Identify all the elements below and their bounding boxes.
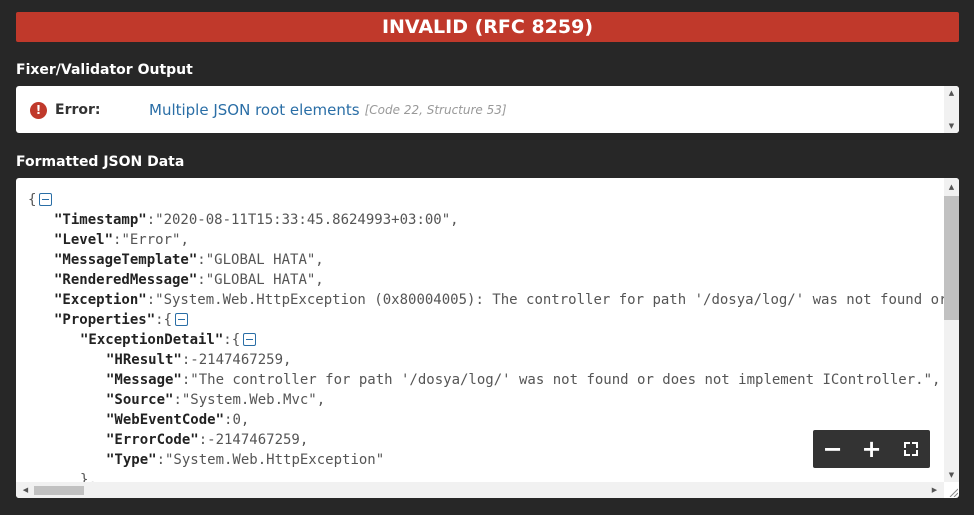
scroll-down-icon[interactable]: ▼: [944, 119, 959, 133]
json-line: },: [28, 470, 944, 482]
json-line: "MessageTemplate":"GLOBAL HATA",: [28, 250, 944, 270]
json-value: :-2147467259,: [198, 432, 309, 448]
error-icon: !: [30, 101, 47, 119]
json-key: "WebEventCode": [106, 412, 225, 428]
json-key: "MessageTemplate": [54, 252, 198, 268]
formatted-json-title: Formatted JSON Data: [16, 154, 185, 170]
json-line: "Exception":"System.Web.HttpException (0…: [28, 290, 944, 310]
json-key: "Message": [106, 372, 182, 388]
json-line: "Properties":{: [28, 310, 944, 330]
json-line: "ErrorCode":-2147467259,: [28, 430, 944, 450]
scroll-down-icon[interactable]: ▼: [944, 468, 959, 482]
collapse-toggle-icon[interactable]: [39, 193, 53, 206]
collapse-toggle-icon[interactable]: [243, 333, 257, 346]
scroll-right-icon[interactable]: ▶: [927, 483, 942, 497]
scroll-up-icon[interactable]: ▲: [944, 180, 959, 194]
json-value: :{: [223, 332, 241, 348]
json-line: "Type":"System.Web.HttpException": [28, 450, 944, 470]
error-message-link[interactable]: Multiple JSON root elements: [149, 101, 360, 119]
json-vertical-scrollbar[interactable]: ▲ ▼: [944, 178, 959, 482]
json-value: :{: [155, 312, 173, 328]
zoom-out-button[interactable]: −: [819, 435, 847, 463]
zoom-controls: − +: [813, 430, 930, 468]
json-key: "Timestamp": [54, 212, 147, 228]
json-line: "HResult":-2147467259,: [28, 350, 944, 370]
collapse-toggle-icon[interactable]: [175, 313, 189, 326]
json-punctuation: {: [28, 192, 37, 208]
vertical-scroll-thumb[interactable]: [944, 196, 959, 320]
scroll-left-icon[interactable]: ◀: [18, 483, 33, 497]
json-line: "ExceptionDetail":{: [28, 330, 944, 350]
json-key: "Source": [106, 392, 174, 408]
validator-output-box: ! Error: Multiple JSON root elements [Co…: [16, 86, 959, 133]
json-line: "RenderedMessage":"GLOBAL HATA",: [28, 270, 944, 290]
json-value: :"System.Web.Mvc",: [173, 392, 326, 408]
json-key: "Exception": [54, 292, 147, 308]
json-value: :-2147467259,: [181, 352, 292, 368]
json-value: :"2020-08-11T15:33:45.8624993+03:00",: [146, 212, 459, 228]
json-punctuation: },: [80, 472, 97, 482]
error-code: [Code 22, Structure 53]: [364, 103, 507, 117]
json-line: "Message":"The controller for path '/dos…: [28, 370, 944, 390]
json-key: "Type": [106, 452, 157, 468]
json-key: "ExceptionDetail": [80, 332, 224, 348]
horizontal-scroll-thumb[interactable]: [34, 486, 84, 495]
validator-scrollbar[interactable]: ▲ ▼: [944, 86, 959, 133]
resize-handle-icon[interactable]: [948, 487, 958, 497]
json-value: :"The controller for path '/dosya/log/' …: [181, 372, 941, 388]
json-value: :"System.Web.HttpException": [156, 452, 385, 468]
zoom-in-button[interactable]: +: [858, 435, 886, 463]
scroll-up-icon[interactable]: ▲: [944, 86, 959, 100]
error-row: ! Error: Multiple JSON root elements [Co…: [30, 101, 507, 119]
json-code-view[interactable]: { "Timestamp":"2020-08-11T15:33:45.862499…: [28, 190, 944, 482]
json-value: :0,: [224, 412, 250, 428]
json-value: :"GLOBAL HATA",: [197, 272, 324, 288]
json-line: "WebEventCode":0,: [28, 410, 944, 430]
json-line: "Level":"Error",: [28, 230, 944, 250]
validity-banner: INVALID (RFC 8259): [16, 12, 959, 42]
json-value: :"GLOBAL HATA",: [197, 252, 324, 268]
json-line: "Source":"System.Web.Mvc",: [28, 390, 944, 410]
json-key: "RenderedMessage": [54, 272, 198, 288]
fullscreen-button[interactable]: [897, 435, 925, 463]
validator-output-title: Fixer/Validator Output: [16, 62, 193, 78]
json-line: {: [28, 190, 944, 210]
json-key: "HResult": [106, 352, 182, 368]
json-horizontal-scrollbar[interactable]: ◀ ▶: [16, 482, 944, 498]
json-key: "Properties": [54, 312, 156, 328]
json-value: :"System.Web.HttpException (0x80004005):…: [146, 292, 944, 308]
json-key: "ErrorCode": [106, 432, 199, 448]
fullscreen-icon: [903, 442, 918, 456]
json-key: "Level": [54, 232, 114, 248]
json-line: "Timestamp":"2020-08-11T15:33:45.8624993…: [28, 210, 944, 230]
error-label: Error:: [55, 102, 101, 118]
json-value: :"Error",: [113, 232, 189, 248]
